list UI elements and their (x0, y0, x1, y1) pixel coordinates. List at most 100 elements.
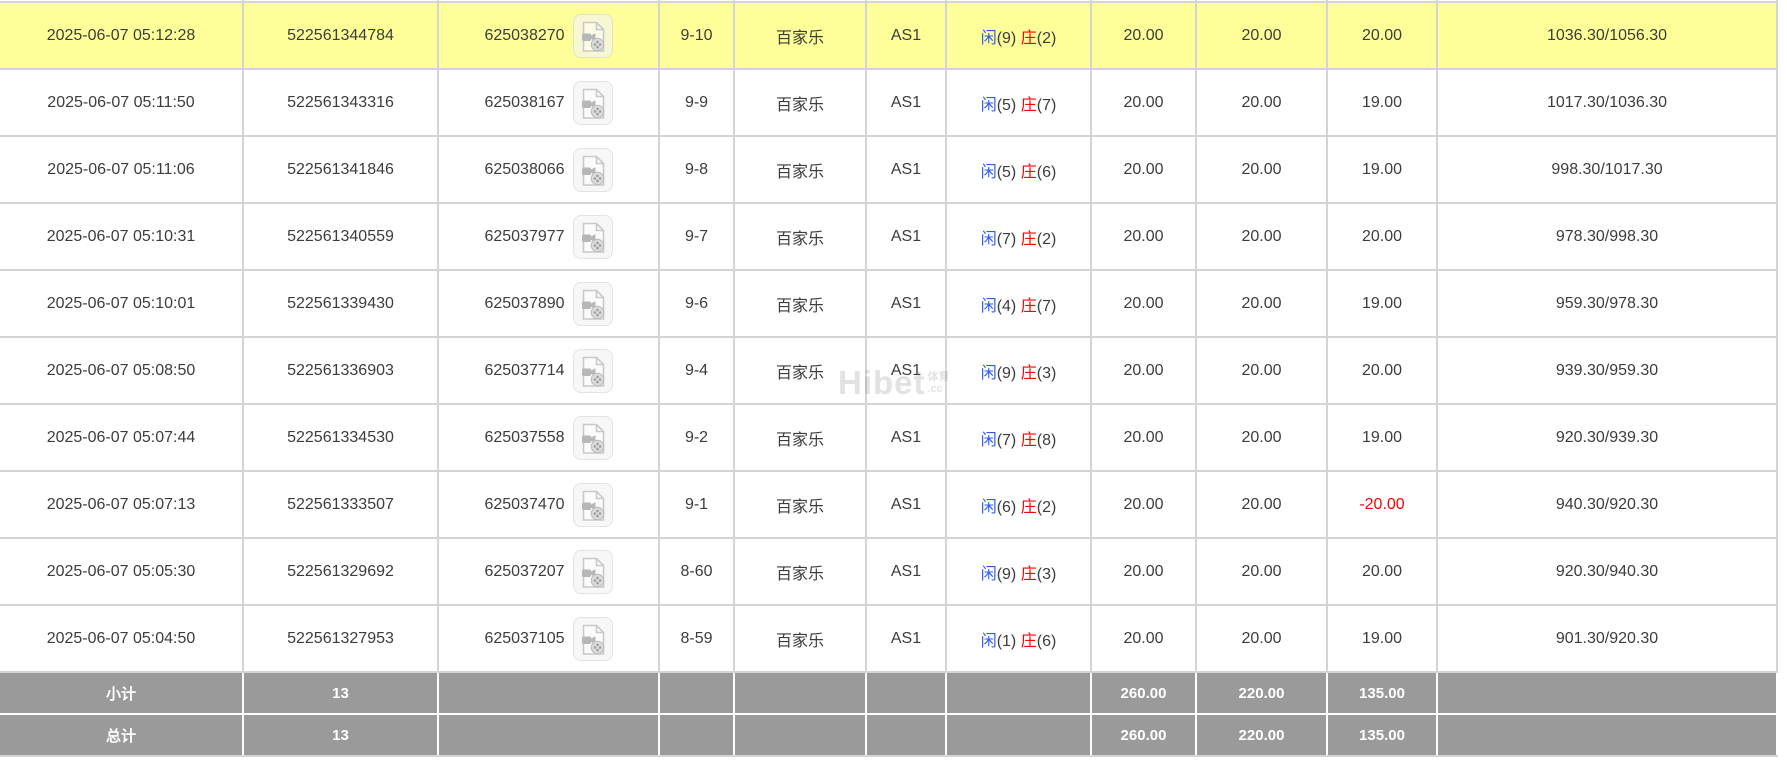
time-cell: 2025-06-07 05:04:50 (0, 605, 243, 672)
player-score: (9) (997, 365, 1017, 382)
player-score: (7) (997, 432, 1017, 449)
bet-amount-cell[interactable]: 20.00 (1091, 337, 1196, 404)
banker-label: 庄 (1021, 566, 1037, 583)
result-cell: 闲(7) 庄(8) (946, 404, 1091, 471)
video-replay-button[interactable] (573, 215, 613, 259)
game-name-cell: 百家乐 (734, 538, 866, 605)
bet-amount-cell[interactable]: 20.00 (1091, 136, 1196, 203)
result-cell: 闲(5) 庄(6) (946, 136, 1091, 203)
video-replay-button[interactable] (573, 550, 613, 594)
banker-score: (2) (1037, 30, 1057, 47)
banker-score: (7) (1037, 298, 1057, 315)
table-name-cell: AS1 (866, 538, 946, 605)
valid-amount-cell: 20.00 (1196, 605, 1327, 672)
video-replay-button[interactable] (573, 617, 613, 661)
balance-cell: 920.30/939.30 (1437, 404, 1777, 471)
winloss-cell: 20.00 (1327, 203, 1437, 270)
bet-id-cell: 522561341846 (243, 136, 438, 203)
bet-amount-cell[interactable]: 20.00 (1091, 538, 1196, 605)
table-row[interactable]: 2025-06-07 05:05:30 522561329692 6250372… (0, 538, 1777, 605)
video-replay-button[interactable] (573, 349, 613, 393)
summary-label-cell: 总计 (0, 714, 243, 756)
bet-amount-cell[interactable]: 20.00 (1091, 270, 1196, 337)
video-file-icon (579, 289, 607, 321)
bet-amount-cell[interactable]: 20.00 (1091, 2, 1196, 69)
game-name-cell: 百家乐 (734, 605, 866, 672)
result-cell: 闲(7) 庄(2) (946, 203, 1091, 270)
player-label: 闲 (981, 30, 997, 47)
table-row[interactable]: 2025-06-07 05:08:50 522561336903 6250377… (0, 337, 1777, 404)
table-row[interactable]: 2025-06-07 05:07:13 522561333507 6250374… (0, 471, 1777, 538)
bet-amount-cell[interactable]: 20.00 (1091, 404, 1196, 471)
bet-amount-cell[interactable]: 20.00 (1091, 69, 1196, 136)
banker-label: 庄 (1021, 633, 1037, 650)
table-name-cell: AS1 (866, 203, 946, 270)
valid-amount-cell: 20.00 (1196, 404, 1327, 471)
video-replay-button[interactable] (573, 282, 613, 326)
video-replay-button[interactable] (573, 81, 613, 125)
table-row[interactable]: 2025-06-07 05:11:06 522561341846 6250380… (0, 136, 1777, 203)
player-label: 闲 (981, 365, 997, 382)
table-row[interactable]: 2025-06-07 05:10:01 522561339430 6250378… (0, 270, 1777, 337)
player-label: 闲 (981, 499, 997, 516)
winloss-cell: 19.00 (1327, 404, 1437, 471)
empty-cell (866, 714, 946, 756)
video-file-icon (579, 423, 607, 455)
game-name-cell: 百家乐 (734, 471, 866, 538)
balance-cell: 940.30/920.30 (1437, 471, 1777, 538)
summary-valid-cell: 220.00 (1196, 714, 1327, 756)
banker-score: (6) (1037, 164, 1057, 181)
game-ref-number: 625038167 (484, 94, 564, 111)
banker-label: 庄 (1021, 164, 1037, 181)
valid-amount-cell: 20.00 (1196, 203, 1327, 270)
player-score: (5) (997, 164, 1017, 181)
summary-count-cell: 13 (243, 672, 438, 714)
bet-amount-cell[interactable]: 20.00 (1091, 203, 1196, 270)
balance-cell: 978.30/998.30 (1437, 203, 1777, 270)
video-file-icon (579, 88, 607, 120)
game-ref-cell: 625037105 (438, 605, 659, 672)
banker-score: (2) (1037, 231, 1057, 248)
game-ref-cell: 625037470 (438, 471, 659, 538)
bet-amount-cell[interactable]: 20.00 (1091, 605, 1196, 672)
balance-cell: 1017.30/1036.30 (1437, 69, 1777, 136)
video-replay-button[interactable] (573, 14, 613, 58)
table-row[interactable]: 2025-06-07 05:04:50 522561327953 6250371… (0, 605, 1777, 672)
banker-label: 庄 (1021, 97, 1037, 114)
time-cell: 2025-06-07 05:08:50 (0, 337, 243, 404)
round-cell: 9-7 (659, 203, 734, 270)
time-cell: 2025-06-07 05:11:06 (0, 136, 243, 203)
video-replay-button[interactable] (573, 148, 613, 192)
game-ref-cell: 625037558 (438, 404, 659, 471)
result-cell: 闲(6) 庄(2) (946, 471, 1091, 538)
round-cell: 8-59 (659, 605, 734, 672)
table-row[interactable]: 2025-06-07 05:11:50 522561343316 6250381… (0, 69, 1777, 136)
balance-cell: 959.30/978.30 (1437, 270, 1777, 337)
table-row[interactable]: 2025-06-07 05:10:31 522561340559 6250379… (0, 203, 1777, 270)
video-file-icon (579, 624, 607, 656)
player-score: (1) (997, 633, 1017, 650)
time-cell: 2025-06-07 05:07:13 (0, 471, 243, 538)
video-replay-button[interactable] (573, 483, 613, 527)
bet-amount-cell[interactable]: 20.00 (1091, 471, 1196, 538)
empty-cell (734, 672, 866, 714)
winloss-cell: 19.00 (1327, 270, 1437, 337)
summary-count-cell: 13 (243, 714, 438, 756)
table-row[interactable]: 2025-06-07 05:12:28 522561344784 6250382… (0, 2, 1777, 69)
valid-amount-cell: 20.00 (1196, 69, 1327, 136)
table-row[interactable]: 2025-06-07 05:07:44 522561334530 6250375… (0, 404, 1777, 471)
empty-cell (1437, 714, 1777, 756)
game-ref-cell: 625038066 (438, 136, 659, 203)
video-file-icon (579, 21, 607, 53)
banker-score: (3) (1037, 566, 1057, 583)
banker-score: (7) (1037, 97, 1057, 114)
game-ref-number: 625038270 (484, 27, 564, 44)
table-name-cell: AS1 (866, 270, 946, 337)
banker-label: 庄 (1021, 30, 1037, 47)
video-replay-button[interactable] (573, 416, 613, 460)
game-ref-number: 625037105 (484, 630, 564, 647)
banker-label: 庄 (1021, 432, 1037, 449)
game-ref-number: 625037714 (484, 362, 564, 379)
bet-id-cell: 522561336903 (243, 337, 438, 404)
summary-row: 总计 13 260.00 220.00 135.00 (0, 714, 1777, 756)
